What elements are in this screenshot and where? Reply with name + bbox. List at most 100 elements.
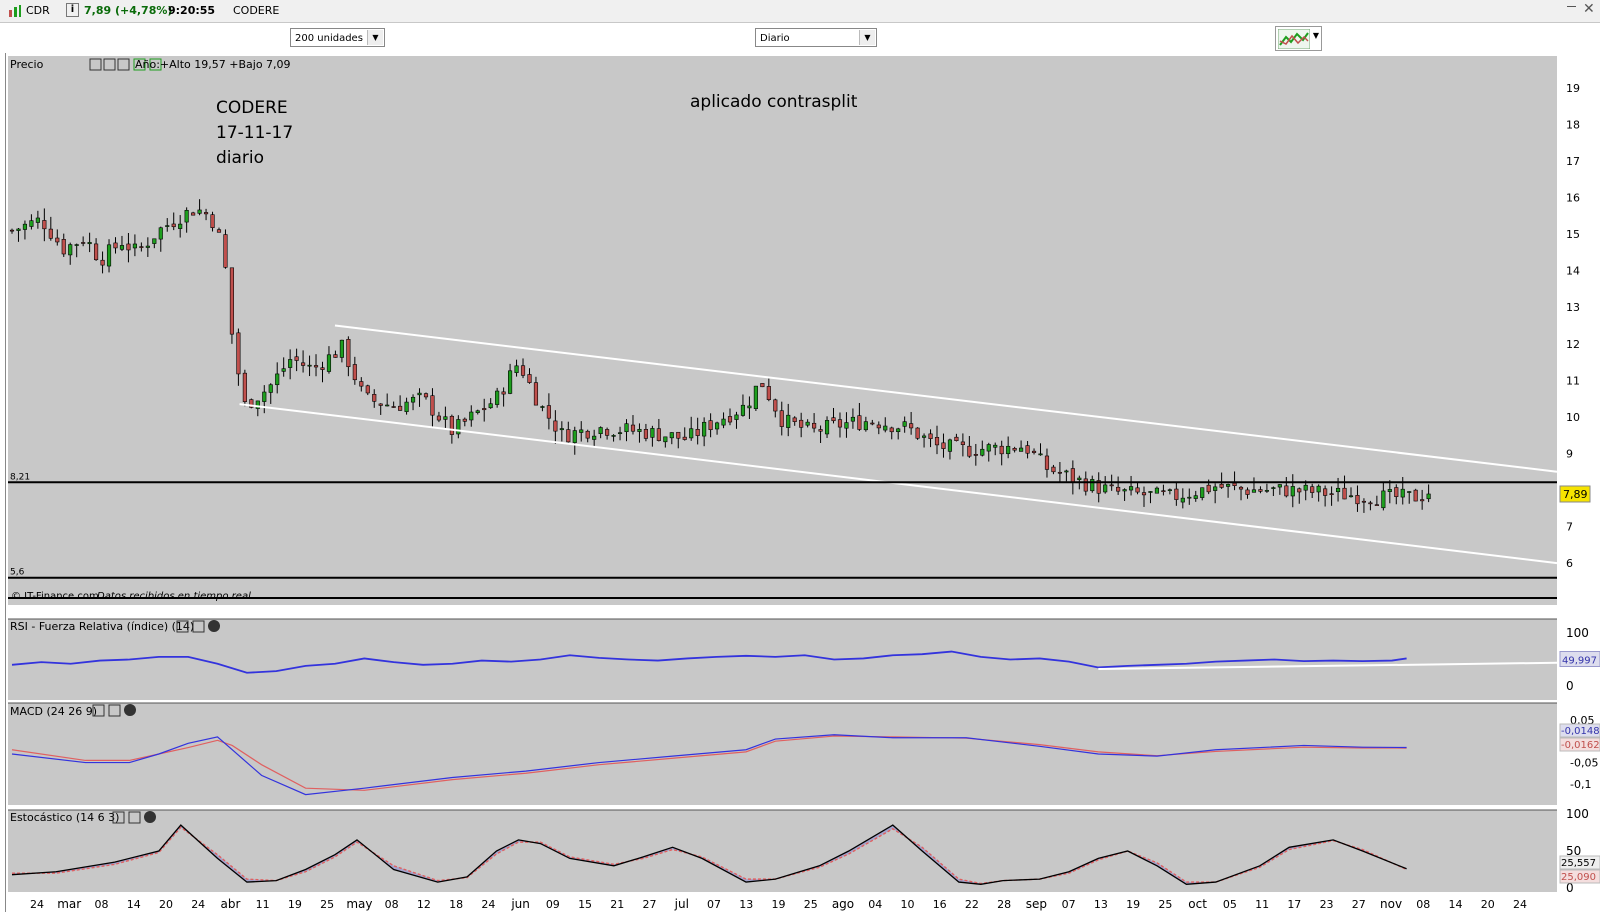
x-tick-label: 08 [94,898,108,911]
data-source-label: Datos recibidos en tiempo real [97,591,251,602]
x-tick-label: 19 [1126,898,1140,911]
close-icon [208,620,220,632]
info-icon[interactable]: i [66,3,79,17]
candle-body [1232,482,1237,487]
candle-body [1316,485,1321,493]
title-bar: CDR i 7,89 (+4,78%) 9:20:55 CODERE ✕ [0,0,1600,23]
candle-body [55,237,60,243]
candle-body [695,429,700,436]
candle-body [42,220,47,230]
candle-body [216,229,222,233]
candle-body [29,220,34,227]
candle-body [1284,485,1289,497]
candle-body [1187,496,1192,499]
panel-background [8,619,1557,700]
candle-body [184,210,189,223]
candle-body [915,427,920,439]
candle-body [1193,495,1198,499]
candle-body [896,428,901,433]
x-tick-label: 13 [739,898,753,911]
candle-body [1277,484,1282,488]
x-tick-label: 13 [1094,898,1108,911]
candle-body [482,408,487,411]
chart-canvas: 6789101112131415161718198,215,67,89Preci… [8,56,1600,912]
candle-body [145,245,150,248]
y-tick-label: 19 [1566,82,1580,95]
candle-body [508,370,513,394]
candle-body [812,422,817,429]
candle-body [61,239,66,255]
candle-body [430,395,435,416]
close-button[interactable]: ✕ [1583,1,1595,17]
rsi-value-label: 49,997 [1562,656,1597,667]
candle-body [100,259,105,266]
candle-body [1103,484,1108,493]
candle-body [9,229,15,232]
indicators-button[interactable]: ▼ [1275,26,1322,51]
x-tick-label: 20 [159,898,173,911]
annotation-title-line: 17-11-17 [216,123,293,143]
y-tick-label: 16 [1566,192,1580,205]
candle-body [106,244,112,267]
x-tick-label: 27 [643,898,657,911]
candle-body [1213,486,1218,491]
candle-body [760,383,765,388]
candle-body [339,339,344,358]
last-price: 7,89 (+4,78%) [84,4,173,17]
candle-body [1226,484,1231,487]
x-tick-label: 04 [868,898,882,911]
candle-body [902,421,907,427]
candle-body [410,396,416,403]
candle-body [773,399,778,412]
period-select[interactable]: Diario ▼ [755,28,877,47]
candle-body [650,428,655,438]
x-tick-label: 28 [997,898,1011,911]
candle-body [863,421,868,431]
units-select[interactable]: 200 unidades ▼ [290,28,385,47]
candle-body [682,436,687,440]
candle-body [559,428,564,431]
chart-toolbar: 200 unidades ▼ Diario ▼ ▼ [0,23,1600,53]
macd-value-label: -0,0162 [1561,740,1600,751]
candle-body [488,403,493,409]
x-tick-label: jun [510,897,530,911]
candle-body [268,384,273,393]
x-tick-label: 15 [578,898,592,911]
candle-body [1083,478,1088,492]
candle-body [656,428,661,441]
candle-body [1180,497,1185,503]
symbol-label[interactable]: CDR [26,4,50,17]
candle-body [643,429,648,439]
candle-body [1342,487,1347,500]
candle-body [1374,504,1379,506]
candle-body [766,386,771,400]
candle-body [191,212,196,216]
candle-body [1128,486,1134,491]
candle-body [592,435,597,440]
candle-body [533,382,539,406]
candle-body [1310,486,1315,493]
candle-body [48,228,53,239]
indicators-icon [1278,29,1310,49]
x-tick-label: 19 [288,898,302,911]
candle-body [158,227,163,240]
candle-body [462,418,467,422]
x-tick-label: 24 [481,898,495,911]
x-tick-label: abr [220,897,240,911]
x-tick-label: oct [1188,897,1207,911]
rsi-panel-label: RSI - Fuerza Relativa (índice) (14) [10,620,194,633]
price-panel-label: Precio [10,58,44,71]
candle-body [753,385,758,409]
x-tick-label: 12 [417,898,431,911]
x-tick-label: 10 [900,898,914,911]
candle-body [1407,491,1412,493]
candle-body [1420,499,1425,502]
candle-body [210,214,215,228]
candle-body [870,422,875,425]
candle-body [921,435,927,438]
candle-body [301,362,306,366]
candle-body [1394,487,1399,497]
minimize-button[interactable] [1567,6,1576,7]
candle-body [1148,491,1153,493]
close-icon [144,811,156,823]
